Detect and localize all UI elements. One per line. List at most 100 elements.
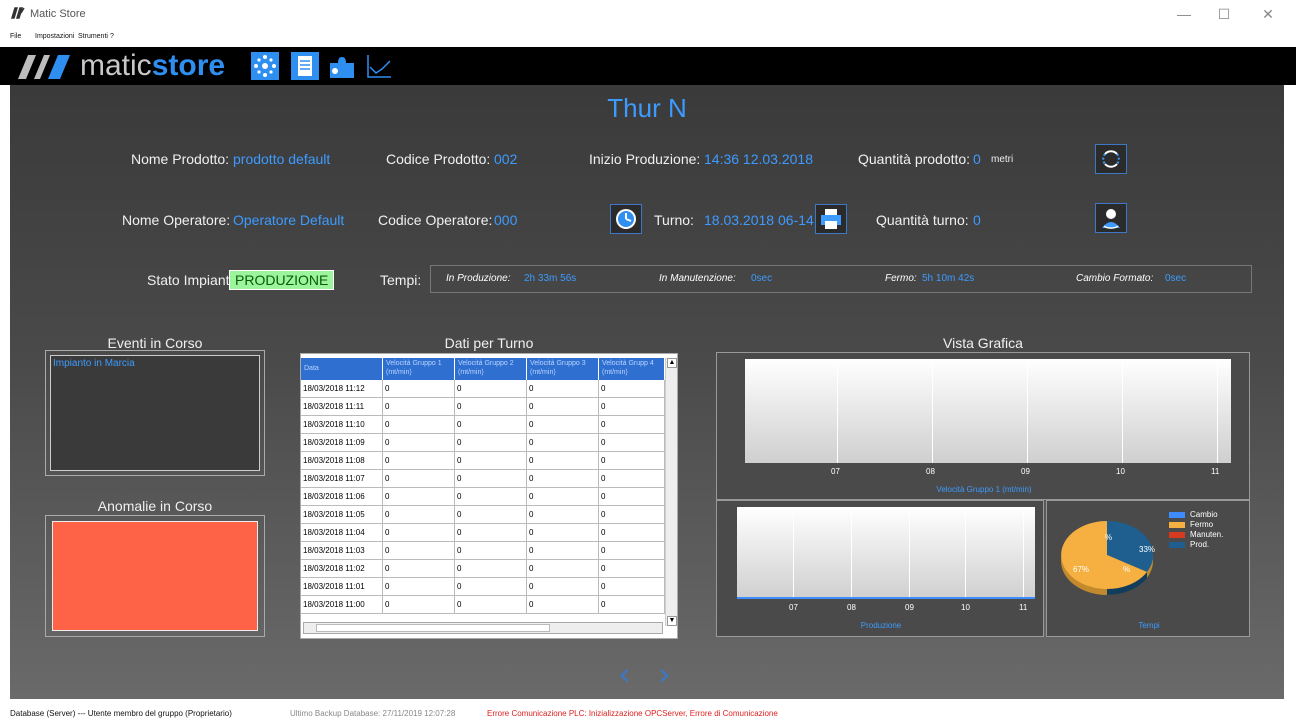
table-cell: 0 <box>599 506 665 523</box>
table-row[interactable]: 18/03/2018 11:04 0 0 0 0 <box>301 524 665 542</box>
table-row[interactable]: 18/03/2018 11:12 0 0 0 0 <box>301 380 665 398</box>
inizio-produzione-label: Inizio Produzione: <box>589 151 701 167</box>
table-row[interactable]: 18/03/2018 11:05 0 0 0 0 <box>301 506 665 524</box>
table-row[interactable]: 18/03/2018 11:03 0 0 0 0 <box>301 542 665 560</box>
table-cell: 0 <box>383 416 455 433</box>
table-row[interactable]: 18/03/2018 11:02 0 0 0 0 <box>301 560 665 578</box>
clock-button[interactable] <box>610 204 642 234</box>
col-vel-gruppo-3[interactable]: Velocità Gruppo 3 (mt/min) <box>527 358 599 380</box>
nome-prodotto-label: Nome Prodotto: <box>131 151 230 167</box>
quantita-turno-label: Quantità turno: <box>876 212 969 228</box>
table-row[interactable]: 18/03/2018 11:09 0 0 0 0 <box>301 434 665 452</box>
next-page-icon[interactable]: › <box>658 655 671 693</box>
table-cell: 18/03/2018 11:06 <box>301 488 383 505</box>
legend-cambio: Cambio <box>1190 510 1218 519</box>
fermo-value: 5h 10m 42s <box>922 273 975 284</box>
table-cell: 18/03/2018 11:03 <box>301 542 383 559</box>
table-row[interactable]: 18/03/2018 11:01 0 0 0 0 <box>301 578 665 596</box>
legend-swatch-cambio <box>1169 512 1185 518</box>
pie-label-small-1: % <box>1105 533 1113 542</box>
legend-swatch-prod <box>1169 542 1185 548</box>
chart2-tick-09: 09 <box>905 603 914 612</box>
col-data[interactable]: Data <box>301 358 383 380</box>
chart2-tick-08: 08 <box>847 603 856 612</box>
table-row[interactable]: 18/03/2018 11:11 0 0 0 0 <box>301 398 665 416</box>
scroll-up-icon[interactable]: ▲ <box>667 358 677 368</box>
table-row[interactable]: 18/03/2018 11:06 0 0 0 0 <box>301 488 665 506</box>
chart-produzione-plot <box>737 507 1035 599</box>
table-cell: 18/03/2018 11:02 <box>301 560 383 577</box>
dashboard-icon[interactable] <box>250 51 280 81</box>
scroll-down-icon[interactable]: ▼ <box>667 616 677 626</box>
col-vel-gruppo-4[interactable]: Velocità Grupp 4 (mt/min) <box>599 358 665 380</box>
dati-turno-table: Data Velocità Gruppo 1 (mt/min) Velocità… <box>300 353 678 639</box>
menu-help[interactable]: ? <box>110 33 114 40</box>
legend-prod: Prod. <box>1190 540 1210 549</box>
table-header: Data Velocità Gruppo 1 (mt/min) Velocità… <box>301 358 665 380</box>
pie-label-fermo: 67% <box>1073 565 1090 574</box>
quantita-prodotto-unit: metri <box>991 154 1014 165</box>
table-cell: 0 <box>455 398 527 415</box>
menu-impostazioni[interactable]: Impostazioni <box>35 33 74 40</box>
chart1-caption: Velocità Gruppo 1 (mt/min) <box>936 485 1032 494</box>
toolbar: matic store <box>0 47 1296 85</box>
prev-page-icon[interactable]: ‹ <box>618 655 631 693</box>
table-row[interactable]: 18/03/2018 11:00 0 0 0 0 <box>301 596 665 614</box>
table-cell: 0 <box>383 434 455 451</box>
eventi-item[interactable]: Impianto in Marcia <box>53 358 257 369</box>
nome-prodotto-value: prodotto default <box>233 151 331 167</box>
chart1-tick-10: 10 <box>1116 467 1125 476</box>
table-cell: 0 <box>599 380 665 397</box>
tempi-label: Tempi: <box>380 272 422 288</box>
table-cell: 0 <box>599 416 665 433</box>
col-vel-gruppo-1[interactable]: Velocità Gruppo 1 (mt/min) <box>383 358 455 380</box>
cambio-formato-label: Cambio Formato: <box>1076 273 1154 284</box>
table-cell: 0 <box>455 470 527 487</box>
status-backup: Ultimo Backup Database: 27/11/2019 12:07… <box>290 709 456 718</box>
chart2-tick-10: 10 <box>961 603 970 612</box>
table-cell: 18/03/2018 11:05 <box>301 506 383 523</box>
document-icon[interactable] <box>290 51 320 81</box>
cambio-formato-value: 0sec <box>1165 273 1187 284</box>
chart2-tick-11: 11 <box>1019 603 1028 612</box>
table-cell: 0 <box>527 542 599 559</box>
table-row[interactable]: 18/03/2018 11:07 0 0 0 0 <box>301 470 665 488</box>
anomalie-title: Anomalie in Corso <box>97 498 213 514</box>
menu-strumenti[interactable]: Strumenti <box>78 33 108 40</box>
maximize-button[interactable]: ☐ <box>1204 3 1244 27</box>
chart1-tick-11: 11 <box>1211 467 1220 476</box>
quantita-turno-value: 0 <box>973 212 981 228</box>
table-horizontal-scrollbar[interactable] <box>303 622 663 634</box>
chart2-caption: Produzione <box>860 621 902 630</box>
close-button[interactable]: ✕ <box>1248 3 1288 27</box>
col-vel-gruppo-2[interactable]: Velocità Gruppo 2 (mt/min) <box>455 358 527 380</box>
nome-operatore-value: Operatore Default <box>233 212 345 228</box>
print-button[interactable] <box>815 204 847 234</box>
table-cell: 0 <box>599 524 665 541</box>
eventi-list: Impianto in Marcia <box>50 355 260 471</box>
table-row[interactable]: 18/03/2018 11:10 0 0 0 0 <box>301 416 665 434</box>
app-logo-icon <box>10 7 25 21</box>
menu-file[interactable]: File <box>10 33 21 40</box>
chart-icon[interactable] <box>364 51 394 81</box>
table-cell: 0 <box>383 524 455 541</box>
table-cell: 0 <box>527 560 599 577</box>
reset-product-button[interactable] <box>1095 144 1127 174</box>
codice-prodotto-label: Codice Prodotto: <box>386 151 491 167</box>
brand-logo: matic store <box>16 49 225 82</box>
table-cell: 0 <box>527 434 599 451</box>
table-row[interactable]: 18/03/2018 11:08 0 0 0 0 <box>301 452 665 470</box>
table-cell: 0 <box>383 506 455 523</box>
legend-swatch-manuten <box>1169 532 1185 538</box>
table-cell: 0 <box>527 380 599 397</box>
minimize-button[interactable]: — <box>1164 3 1204 27</box>
in-produzione-value: 2h 33m 56s <box>524 273 577 284</box>
table-cell: 0 <box>455 560 527 577</box>
table-vertical-scrollbar[interactable]: ▲ ▼ <box>665 358 677 626</box>
horizontal-scroll-thumb[interactable] <box>316 624 550 632</box>
table-cell: 0 <box>455 542 527 559</box>
operator-button[interactable] <box>1095 203 1127 233</box>
puzzle-icon[interactable] <box>327 51 357 81</box>
quantita-prodotto-label: Quantità prodotto: <box>858 151 971 167</box>
table-cell: 0 <box>527 452 599 469</box>
